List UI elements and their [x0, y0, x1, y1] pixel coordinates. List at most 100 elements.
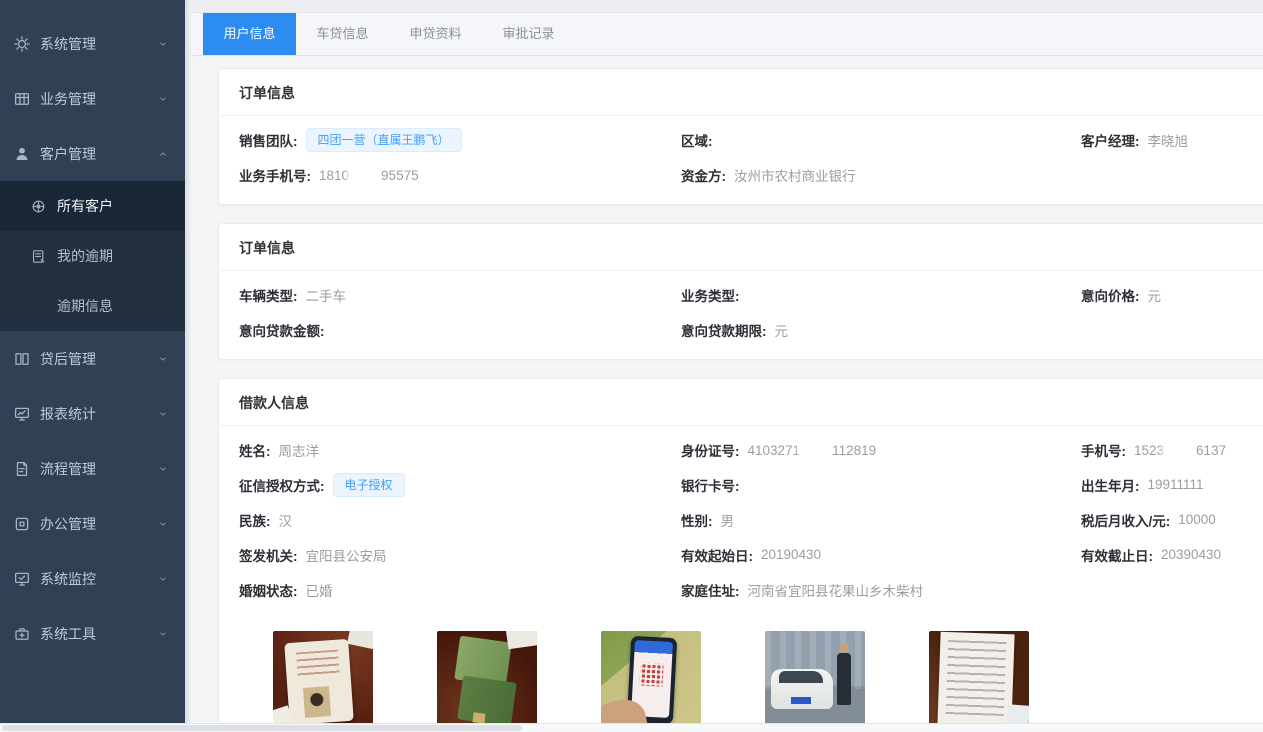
field-label: 税后月收入/元: — [1081, 510, 1170, 530]
field-value: 19911111 — [1148, 477, 1204, 492]
photo-thumbnail[interactable] — [273, 631, 373, 731]
sidebar-item-system-monitor[interactable]: 系统监控 — [0, 551, 185, 606]
gear-icon — [13, 35, 31, 53]
tab-user-info[interactable]: 用户信息 — [203, 13, 296, 55]
field-value: 河南省宜阳县花果山乡木柴村 — [748, 580, 924, 600]
sidebar-item-process-management[interactable]: 流程管理 — [0, 441, 185, 496]
field: 出生年月: 19911111 — [1081, 467, 1263, 502]
photo-car[interactable]: 人车合影 — [765, 631, 865, 732]
sidebar-item-customer-management[interactable]: 客户管理 — [0, 126, 185, 181]
photo-thumbnail[interactable] — [765, 631, 865, 731]
field-label: 意向价格: — [1081, 285, 1140, 305]
office-icon — [13, 515, 31, 533]
field: 税后月收入/元: 10000 — [1081, 502, 1263, 537]
field-label: 姓名: — [239, 440, 271, 460]
tag-value[interactable]: 四团一营（直属王鹏飞） — [306, 128, 462, 152]
workflow-icon — [13, 460, 31, 478]
photo-paper[interactable]: 其他材料 — [929, 631, 1029, 732]
field-value: 已婚 — [306, 580, 333, 600]
field-value: 男 — [721, 510, 735, 530]
field-label: 出生年月: — [1081, 475, 1140, 495]
sidebar-item-report-statistics[interactable]: 报表统计 — [0, 386, 185, 441]
app-window: 系统管理业务管理客户管理所有客户我的逾期逾期信息贷后管理报表统计流程管理办公管理… — [0, 0, 1263, 732]
sidebar-item-label: 业务管理 — [40, 89, 157, 109]
sidebar-item-label: 系统管理 — [40, 34, 157, 54]
field: 性别:男 — [681, 502, 1081, 537]
card-order-info-1: 订单信息销售团队:四团一营（直属王鹏飞）区域:客户经理:李晓旭业务手机号:181… — [218, 68, 1263, 205]
sidebar-subitem-overdue-info[interactable]: 逾期信息 — [0, 281, 185, 331]
sidebar-item-label: 贷后管理 — [40, 349, 157, 369]
top-strip — [191, 0, 1263, 13]
field-value: 10000 — [1178, 512, 1216, 527]
sidebar-subitem-my-overdue[interactable]: 我的逾期 — [0, 231, 185, 281]
field-value: 汝州市农村商业银行 — [734, 165, 856, 185]
sidebar-subitem-label: 所有客户 — [57, 196, 113, 216]
grid-icon — [13, 90, 31, 108]
card-order-info-2: 订单信息车辆类型:二手车业务类型:意向价格:元意向贷款金额:意向贷款期限:元 — [218, 223, 1263, 360]
user-icon — [13, 145, 31, 163]
submenu-customer-management: 所有客户我的逾期逾期信息 — [0, 181, 185, 331]
photo-booklet[interactable]: 驾驶证照片 — [437, 631, 537, 732]
sidebar-subitem-label: 逾期信息 — [57, 296, 113, 316]
field-label: 资金方: — [681, 165, 726, 185]
book-icon — [13, 350, 31, 368]
sidebar-subitem-all-customers[interactable]: 所有客户 — [0, 181, 185, 231]
field-value: 周志洋 — [279, 440, 320, 460]
photo-phone[interactable]: 授权截图 — [601, 631, 701, 732]
field-value: 宜阳县公安局 — [306, 545, 387, 565]
chevron-up-icon — [157, 148, 169, 160]
field-label: 银行卡号: — [681, 475, 740, 495]
toolbox-icon — [13, 625, 31, 643]
field — [1081, 572, 1263, 607]
chevron-down-icon — [157, 518, 169, 530]
field-value: 181095575 — [319, 167, 419, 183]
content-area: 订单信息销售团队:四团一营（直属王鹏飞）区域:客户经理:李晓旭业务手机号:181… — [191, 56, 1263, 732]
field: 业务手机号:181095575 — [239, 157, 681, 192]
field-label: 手机号: — [1081, 440, 1126, 460]
tab-approval-records[interactable]: 审批记录 — [482, 13, 575, 55]
field-value: 李晓旭 — [1148, 130, 1189, 150]
field-label: 婚姻状态: — [239, 580, 298, 600]
field-label: 有效截止日: — [1081, 545, 1153, 565]
field: 银行卡号: — [681, 467, 1081, 502]
field: 手机号:15236137 — [1081, 432, 1263, 467]
field: 意向价格: 元 — [1081, 277, 1263, 312]
chevron-down-icon — [157, 463, 169, 475]
notebook-icon — [30, 248, 47, 265]
field-label: 有效起始日: — [681, 545, 753, 565]
redaction-box — [1164, 442, 1196, 457]
sidebar-item-label: 系统监控 — [40, 569, 157, 589]
field-value: 20190430 — [761, 547, 821, 562]
sidebar-item-system-management[interactable]: 系统管理 — [0, 16, 185, 71]
field: 姓名: 周志洋 — [239, 432, 681, 467]
horizontal-scrollbar-track[interactable] — [0, 723, 1263, 732]
sidebar-item-post-loan-management[interactable]: 贷后管理 — [0, 331, 185, 386]
photo-idcard[interactable]: 身份证 — [273, 631, 373, 732]
sidebar-item-business-management[interactable]: 业务管理 — [0, 71, 185, 126]
tag-value[interactable]: 电子授权 — [333, 473, 405, 497]
sidebar-item-office-management[interactable]: 办公管理 — [0, 496, 185, 551]
field-label: 意向贷款金额: — [239, 320, 325, 340]
field-value: 元 — [1148, 285, 1162, 305]
field: 资金方: 汝州市农村商业银行 — [681, 157, 1081, 192]
field: 车辆类型:二手车 — [239, 277, 681, 312]
photo-thumbnail[interactable] — [601, 631, 701, 731]
tab-loan-application-docs[interactable]: 申贷资料 — [389, 13, 482, 55]
photo-thumbnail[interactable] — [437, 631, 537, 731]
tab-car-loan-info[interactable]: 车贷信息 — [296, 13, 389, 55]
horizontal-scrollbar-thumb[interactable] — [2, 725, 522, 731]
sidebar-item-label: 报表统计 — [40, 404, 157, 424]
field-value: 汉 — [279, 510, 293, 530]
card-title: 订单信息 — [219, 69, 1263, 116]
tab-bar: 用户信息车贷信息申贷资料审批记录 — [191, 13, 1263, 56]
sidebar-item-label: 系统工具 — [40, 624, 157, 644]
field: 客户经理:李晓旭 — [1081, 122, 1263, 157]
field: 身份证号:4103271112819 — [681, 432, 1081, 467]
field-label: 意向贷款期限: — [681, 320, 767, 340]
sidebar-subitem-label: 我的逾期 — [57, 246, 113, 266]
card-title: 订单信息 — [219, 224, 1263, 271]
photo-thumbnail[interactable] — [929, 631, 1029, 731]
sidebar-item-system-tools[interactable]: 系统工具 — [0, 606, 185, 661]
field: 有效起始日: 20190430 — [681, 537, 1081, 572]
field: 征信授权方式:电子授权 — [239, 467, 681, 502]
